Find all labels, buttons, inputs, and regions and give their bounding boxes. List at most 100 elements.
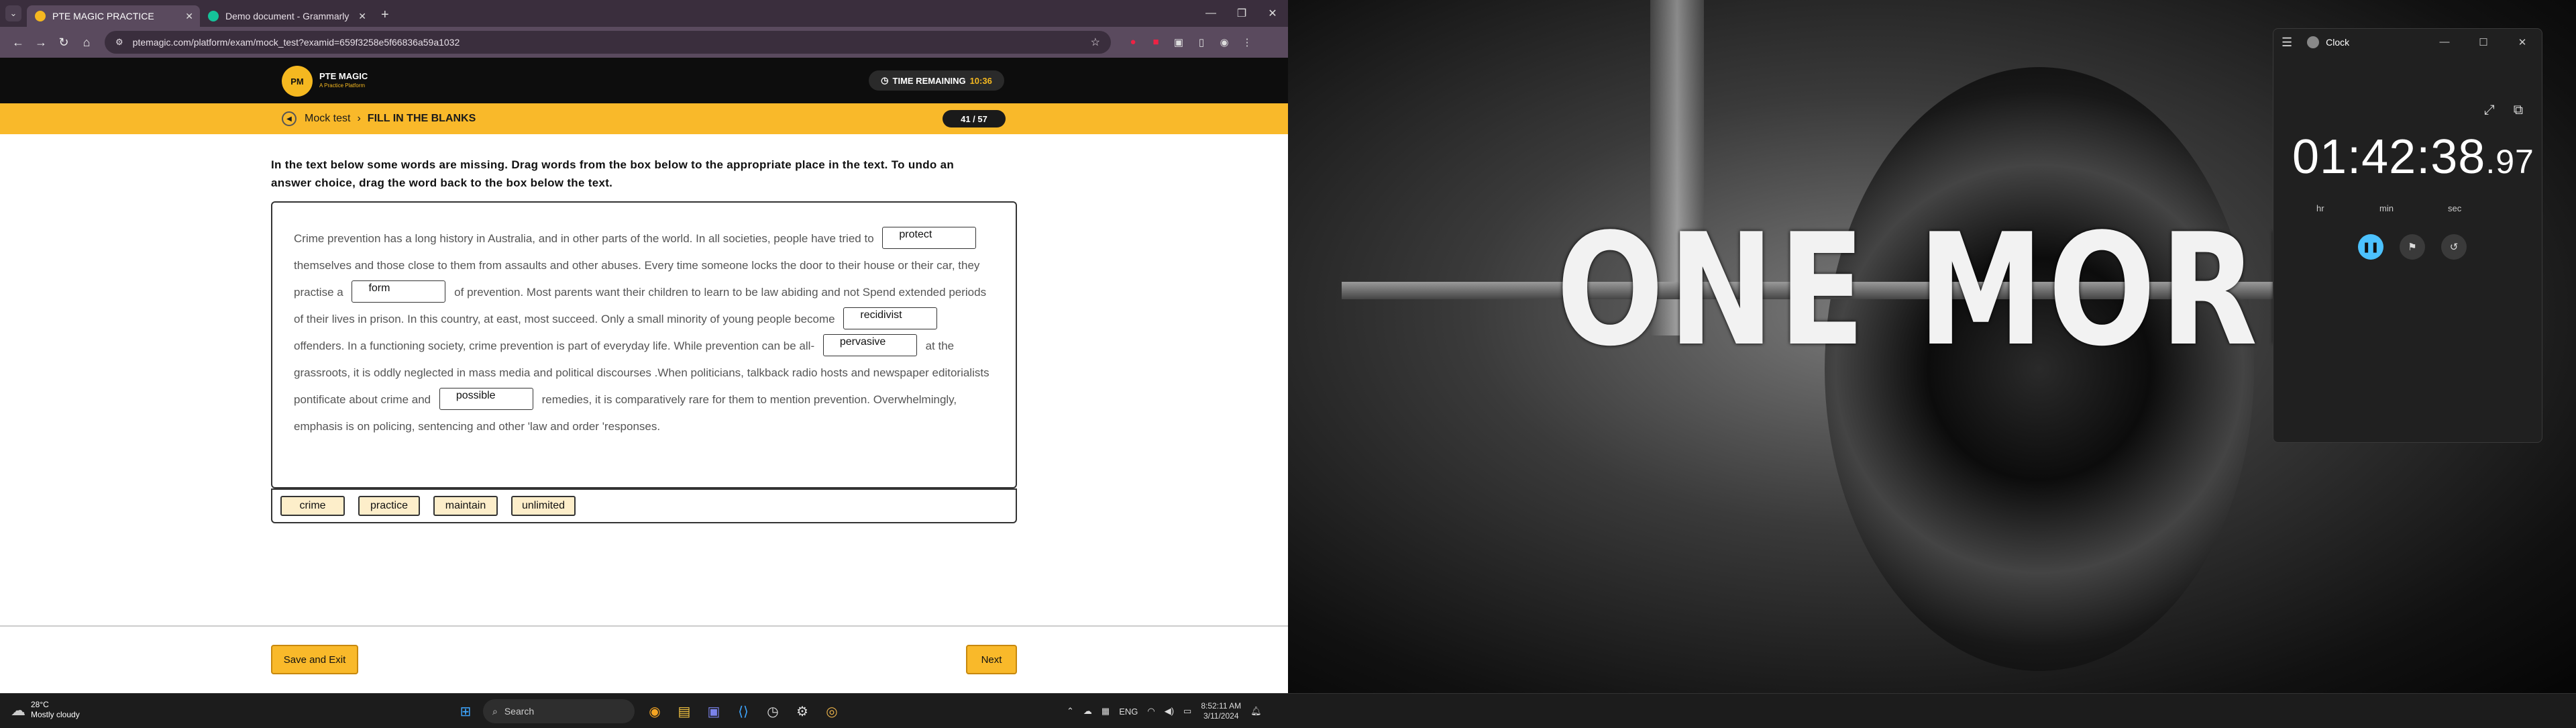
answer-blank[interactable]: form (352, 280, 446, 303)
new-tab-icon[interactable]: + (381, 7, 389, 23)
pause-button[interactable]: ❚❚ (2358, 234, 2383, 260)
stopwatch-display: 01:42:38.97 (2292, 130, 2534, 184)
keep-on-top-icon[interactable]: ⧉ (2514, 103, 2523, 118)
close-window-icon[interactable]: ✕ (1257, 7, 1288, 20)
web-page: PM PTE MAGIC A Practice Platform ◷ TIME … (0, 58, 1288, 693)
breadcrumb-current: FILL IN THE BLANKS (367, 113, 476, 124)
clock-title: Clock (2326, 37, 2350, 48)
tab-grammarly[interactable]: Demo document - Grammarly ✕ (200, 5, 373, 27)
clock-taskbar-icon[interactable]: ◷ (761, 699, 785, 723)
answer-blank[interactable]: protect (882, 227, 977, 250)
close-window-icon[interactable]: ✕ (2503, 36, 2542, 48)
notification-bell-icon[interactable]: 🔔︎ (1250, 706, 1262, 717)
tray-app-icon[interactable]: ▦ (1102, 706, 1110, 717)
site-logo[interactable]: PM PTE MAGIC A Practice Platform (282, 66, 368, 97)
weather-desc: Mostly cloudy (31, 710, 80, 719)
clock-app-window: ☰ Clock — ☐ ✕ ⤢ ⧉ 01:42:38.97 hr min sec… (2273, 28, 2542, 443)
forward-icon[interactable]: → (30, 36, 52, 50)
clock-datetime[interactable]: 8:52:11 AM 3/11/2024 (1201, 701, 1241, 721)
site-header: PM PTE MAGIC A Practice Platform ◷ TIME … (0, 58, 1288, 103)
word-chip[interactable]: unlimited (511, 496, 576, 516)
answer-blank[interactable]: pervasive (822, 334, 917, 357)
menu-dots-icon[interactable]: ⋮ (1236, 36, 1258, 48)
logo-subtitle: A Practice Platform (319, 83, 366, 89)
reset-button[interactable]: ↺ (2441, 234, 2467, 260)
hamburger-menu-icon[interactable]: ☰ (2282, 36, 2292, 50)
chrome-icon[interactable]: ◎ (820, 699, 844, 723)
word-chip[interactable]: maintain (433, 496, 498, 516)
extensions: ● ■ ▣ ▯ ◉ ⋮ (1122, 36, 1258, 48)
logo-text: PTE MAGIC A Practice Platform (319, 72, 368, 91)
wifi-icon[interactable]: ◠ (1147, 706, 1155, 717)
battery-icon[interactable]: ▭ (1183, 706, 1191, 717)
passage-segment: offenders. In a functioning society, cri… (294, 340, 815, 352)
browser-window: ⌄ PTE MAGIC PRACTICE ✕ Demo document - G… (0, 0, 1288, 693)
language-indicator[interactable]: ENG (1119, 707, 1138, 717)
stopwatch-hours: 01 (2292, 130, 2348, 184)
lap-flag-button[interactable]: ⚑ (2400, 234, 2425, 260)
home-icon[interactable]: ⌂ (75, 36, 98, 50)
footer-divider (0, 625, 1288, 627)
chevron-right-icon: › (357, 113, 361, 124)
weather-widget[interactable]: ☁ 28°C Mostly cloudy (11, 700, 80, 720)
teams-icon[interactable]: ▣ (702, 699, 726, 723)
word-chip[interactable]: crime (280, 496, 345, 516)
breadcrumb-root[interactable]: Mock test (305, 113, 350, 125)
maximize-icon[interactable]: ❐ (1226, 7, 1257, 20)
tray-time: 8:52:11 AM (1201, 701, 1242, 711)
profile-avatar-icon[interactable]: ◉ (1213, 36, 1236, 48)
save-exit-button[interactable]: Save and Exit (271, 645, 358, 674)
tab-search-icon[interactable]: ⌄ (5, 5, 21, 21)
search-icon: ⌕ (492, 705, 498, 717)
grammarly-favicon-icon (208, 11, 219, 21)
chevron-up-icon[interactable]: ⌃ (1067, 706, 1074, 717)
timer-label: TIME REMAINING (892, 75, 966, 86)
start-windows-icon[interactable]: ⊞ (453, 699, 478, 723)
bookmark-star-icon[interactable]: ☆ (1091, 36, 1100, 49)
logo-mark-icon: PM (282, 66, 313, 97)
weather-text: 28°C Mostly cloudy (31, 700, 80, 720)
volume-icon[interactable]: ◀) (1165, 706, 1174, 717)
next-button[interactable]: Next (966, 645, 1017, 674)
clock-tools: ⤢ ⧉ (2465, 103, 2523, 118)
answer-blank[interactable]: possible (439, 388, 533, 411)
unit-min: min (2379, 203, 2394, 213)
colorful-app-icon[interactable]: ◉ (643, 699, 667, 723)
back-icon[interactable]: ← (7, 36, 30, 50)
tab-bar: ⌄ PTE MAGIC PRACTICE ✕ Demo document - G… (0, 0, 1288, 27)
answer-blank[interactable]: recidivist (843, 307, 938, 330)
close-tab-icon[interactable]: ✕ (185, 11, 193, 22)
settings-gear-icon[interactable]: ⚙ (790, 699, 814, 723)
passage-text: Crime prevention has a long history in A… (294, 225, 991, 440)
vscode-icon[interactable]: ⟨⟩ (731, 699, 755, 723)
stopwatch-controls: ❚❚ ⚑ ↺ (2358, 234, 2483, 260)
passage-box: Crime prevention has a long history in A… (271, 201, 1017, 488)
reload-icon[interactable]: ↻ (52, 36, 75, 50)
breadcrumb: ◀ Mock test › FILL IN THE BLANKS (282, 111, 476, 126)
site-info-icon[interactable]: ⚙ (115, 37, 123, 48)
sidepanel-icon[interactable]: ▯ (1190, 36, 1213, 48)
clock-titlebar: ☰ Clock — ☐ ✕ (2273, 29, 2542, 56)
expand-icon[interactable]: ⤢ (2484, 103, 2495, 118)
minimize-icon[interactable]: — (1195, 7, 1226, 19)
maximize-icon[interactable]: ☐ (2464, 36, 2503, 48)
adblock-icon[interactable]: ■ (1144, 36, 1167, 48)
tab-pte-magic[interactable]: PTE MAGIC PRACTICE ✕ (27, 5, 200, 27)
taskbar-search[interactable]: ⌕ Search (483, 699, 635, 723)
system-tray: ⌃ ☁ ▦ ENG ◠ ◀) ▭ 8:52:11 AM 3/11/2024 🔔︎ (1067, 699, 1271, 723)
onedrive-cloud-icon[interactable]: ☁ (1083, 706, 1092, 717)
address-toolbar: ← → ↻ ⌂ ⚙ ptemagic.com/platform/exam/moc… (0, 27, 1288, 58)
extensions-puzzle-icon[interactable]: ▣ (1167, 36, 1190, 48)
taskbar: ☁ 28°C Mostly cloudy ⊞ ⌕ Search ◉ ▤ ▣ ⟨⟩… (0, 693, 2576, 728)
clock-window-controls: — ☐ ✕ (2425, 36, 2542, 48)
minimize-icon[interactable]: — (2425, 36, 2464, 48)
back-circle-icon[interactable]: ◀ (282, 111, 297, 126)
taskbar-apps: ⊞ ⌕ Search ◉ ▤ ▣ ⟨⟩ ◷ ⚙ ◎ (453, 699, 849, 723)
tab-title: Demo document - Grammarly (225, 11, 350, 21)
url-text: ptemagic.com/platform/exam/mock_test?exa… (132, 37, 460, 48)
extension-red-icon[interactable]: ● (1122, 36, 1144, 48)
close-tab-icon[interactable]: ✕ (358, 11, 366, 22)
word-chip[interactable]: practice (358, 496, 420, 516)
address-bar[interactable]: ⚙ ptemagic.com/platform/exam/mock_test?e… (105, 31, 1111, 54)
file-explorer-icon[interactable]: ▤ (672, 699, 696, 723)
